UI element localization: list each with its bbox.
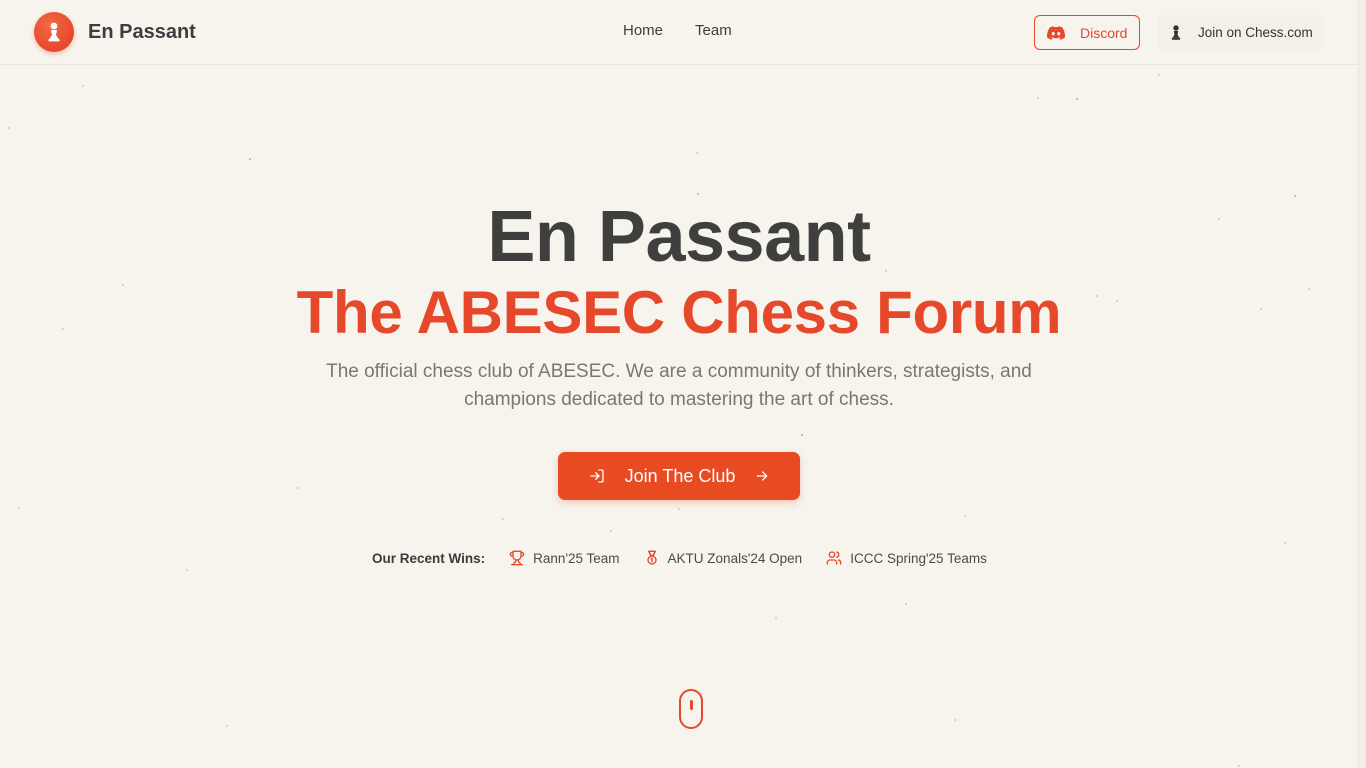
hero-description: The official chess club of ABESEC. We ar…	[326, 361, 1032, 410]
win-label: AKTU Zonals'24 Open	[667, 550, 803, 566]
join-club-button[interactable]: Join The Club	[558, 452, 800, 500]
pawn-logo-icon	[34, 12, 74, 52]
win-item: AKTU Zonals'24 Open	[644, 550, 803, 566]
scroll-down-indicator[interactable]	[679, 689, 703, 729]
discord-button[interactable]: Discord	[1034, 15, 1140, 50]
win-label: ICCC Spring'25 Teams	[850, 550, 987, 566]
nav-link-team[interactable]: Team	[695, 22, 732, 39]
hero-title: En Passant	[487, 197, 871, 277]
medal-icon	[646, 550, 657, 565]
recent-wins: Our Recent Wins: Rann'25 Team AKTU Zonal…	[372, 549, 1011, 567]
recent-wins-heading: Our Recent Wins:	[372, 550, 486, 566]
users-icon	[826, 551, 842, 565]
pawn-icon	[1171, 25, 1181, 40]
main-nav: Home Team	[623, 22, 732, 39]
top-navbar: En Passant Home Team Discord Join on Che…	[0, 0, 1366, 65]
join-club-label: Join The Club	[624, 465, 736, 486]
brand[interactable]: En Passant	[34, 12, 196, 52]
nav-link-home[interactable]: Home	[623, 22, 663, 39]
hero-subtitle: The ABESEC Chess Forum	[296, 279, 1062, 346]
win-item: ICCC Spring'25 Teams	[826, 550, 987, 566]
discord-label: Discord	[1080, 24, 1128, 41]
mouse-wheel-icon	[690, 700, 693, 710]
chess-com-button[interactable]: Join on Chess.com	[1158, 15, 1324, 50]
win-label: Rann'25 Team	[533, 550, 620, 566]
discord-icon	[1047, 25, 1065, 40]
arrow-right-icon	[757, 471, 768, 481]
win-item: Rann'25 Team	[509, 550, 620, 566]
page-scrollbar[interactable]	[1358, 0, 1366, 768]
brand-name: En Passant	[88, 20, 196, 43]
trophy-icon	[509, 550, 525, 566]
chess-com-label: Join on Chess.com	[1198, 25, 1313, 40]
login-icon	[589, 469, 604, 483]
